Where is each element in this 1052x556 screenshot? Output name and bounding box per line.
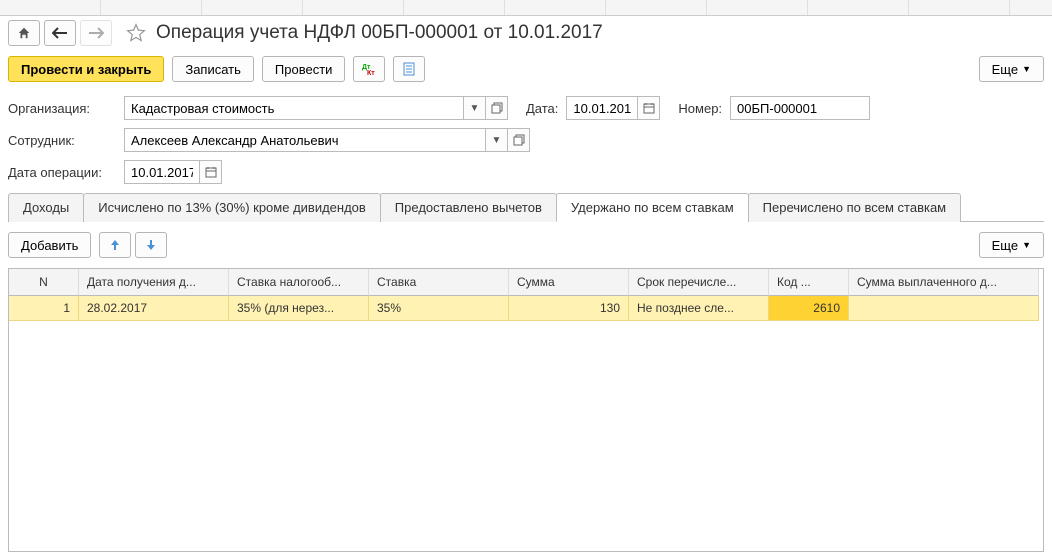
move-down-button[interactable] (135, 232, 167, 258)
page-title: Операция учета НДФЛ 00БП-000001 от 10.01… (156, 22, 603, 44)
register-movements-button[interactable]: ДтКт (353, 56, 385, 82)
op-date-input[interactable] (124, 160, 200, 184)
write-button[interactable]: Записать (172, 56, 254, 82)
cell-code[interactable]: 2610 (769, 296, 849, 321)
move-up-button[interactable] (99, 232, 131, 258)
cell-paid-sum[interactable] (849, 296, 1039, 321)
document-button[interactable] (393, 56, 425, 82)
org-dropdown-button[interactable]: ▼ (464, 96, 486, 120)
window-top-decor (0, 0, 1052, 16)
chevron-down-icon: ▼ (1022, 240, 1031, 250)
org-input[interactable] (124, 96, 464, 120)
chevron-down-icon: ▼ (1022, 64, 1031, 74)
employee-open-button[interactable] (508, 128, 530, 152)
employee-input[interactable] (124, 128, 486, 152)
post-and-close-button[interactable]: Провести и закрыть (8, 56, 164, 82)
tab-income[interactable]: Доходы (8, 193, 84, 222)
tab-more-button[interactable]: Еще ▼ (979, 232, 1044, 258)
cell-sum[interactable]: 130 (509, 296, 629, 321)
tab-withheld[interactable]: Удержано по всем ставкам (556, 193, 749, 222)
more-button[interactable]: Еще ▼ (979, 56, 1044, 82)
back-button[interactable] (44, 20, 76, 46)
forward-button[interactable] (80, 20, 112, 46)
cell-rate[interactable]: 35% (369, 296, 509, 321)
date-label: Дата: (526, 101, 558, 116)
add-button[interactable]: Добавить (8, 232, 91, 258)
col-sum[interactable]: Сумма (509, 269, 629, 296)
col-code[interactable]: Код ... (769, 269, 849, 296)
number-label: Номер: (678, 101, 722, 116)
tab-more-label: Еще (992, 238, 1018, 253)
post-button[interactable]: Провести (262, 56, 346, 82)
number-input[interactable] (730, 96, 870, 120)
op-date-calendar-button[interactable] (200, 160, 222, 184)
col-n[interactable]: N (9, 269, 79, 296)
employee-label: Сотрудник: (8, 133, 116, 148)
col-date[interactable]: Дата получения д... (79, 269, 229, 296)
more-label: Еще (992, 62, 1018, 77)
org-label: Организация: (8, 101, 116, 116)
org-open-button[interactable] (486, 96, 508, 120)
cell-rate-type[interactable]: 35% (для нерез... (229, 296, 369, 321)
svg-text:Кт: Кт (367, 70, 375, 76)
col-paid-sum[interactable]: Сумма выплаченного д... (849, 269, 1039, 296)
col-rate[interactable]: Ставка (369, 269, 509, 296)
cell-n[interactable]: 1 (9, 296, 79, 321)
cell-date[interactable]: 28.02.2017 (79, 296, 229, 321)
tab-calc13[interactable]: Исчислено по 13% (30%) кроме дивидендов (83, 193, 381, 222)
tab-transferred[interactable]: Перечислено по всем ставкам (748, 193, 961, 222)
tab-deductions[interactable]: Предоставлено вычетов (380, 193, 557, 222)
date-calendar-button[interactable] (638, 96, 660, 120)
col-deadline[interactable]: Срок перечисле... (629, 269, 769, 296)
favorite-icon[interactable] (126, 23, 146, 43)
op-date-label: Дата операции: (8, 165, 116, 180)
table: N Дата получения д... Ставка налогооб...… (8, 268, 1044, 552)
table-empty-area[interactable] (9, 321, 1043, 551)
home-button[interactable] (8, 20, 40, 46)
date-input[interactable] (566, 96, 638, 120)
employee-dropdown-button[interactable]: ▼ (486, 128, 508, 152)
col-rate-type[interactable]: Ставка налогооб... (229, 269, 369, 296)
cell-deadline[interactable]: Не позднее сле... (629, 296, 769, 321)
